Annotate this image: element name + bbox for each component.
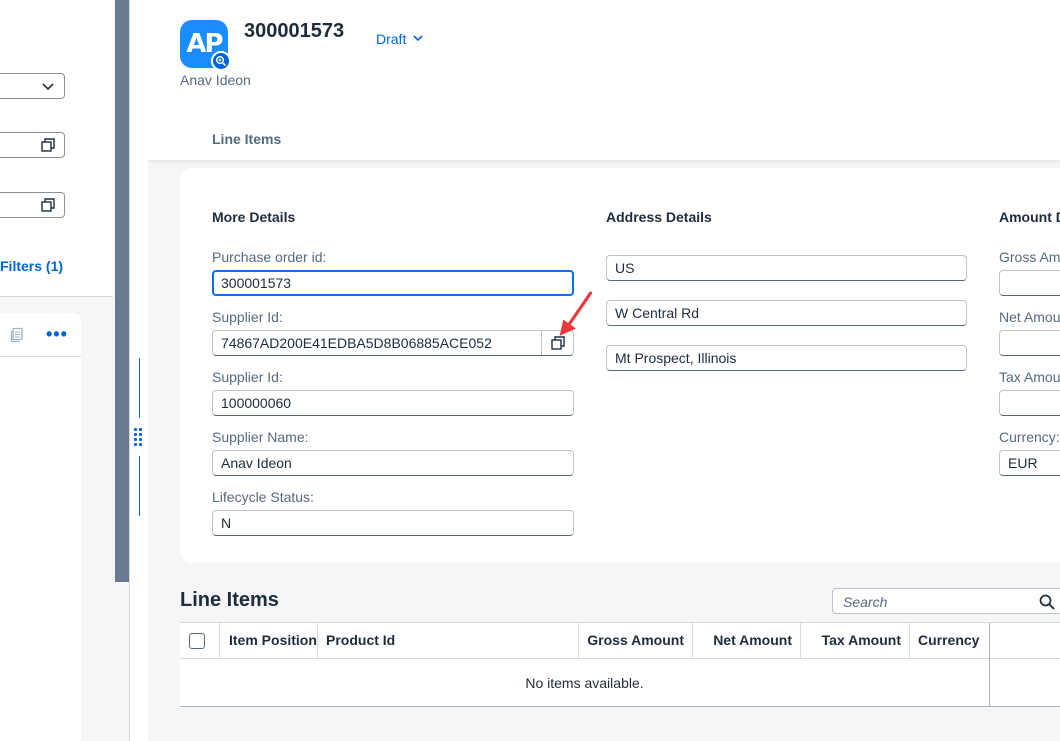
line-items-table: Item Position Product Id Gross Amount Ne… xyxy=(180,622,1060,707)
annotation-arrow-icon xyxy=(559,291,593,336)
page-title: 300001573 xyxy=(244,20,345,42)
tax-amount-label: Tax Amou xyxy=(999,369,1060,385)
list-pane: Filters (1) ••• xyxy=(0,0,115,741)
details-form-card: More Details Purchase order id: 30000157… xyxy=(180,168,1060,563)
table-header: Item Position Product Id Gross Amount Ne… xyxy=(180,623,1060,659)
address-details-title: Address Details xyxy=(606,209,712,225)
purchase-order-id-label: Purchase order id: xyxy=(212,249,327,265)
pane-divider xyxy=(115,0,129,582)
column-tax-amount[interactable]: Tax Amount xyxy=(801,623,910,659)
list-toolbar: ••• xyxy=(0,313,81,357)
supplier-id-label-2: Supplier Id: xyxy=(212,369,283,385)
currency-label: Currency: xyxy=(999,429,1060,445)
column-gross-amount[interactable]: Gross Amount xyxy=(579,623,693,659)
no-items-text: No items available. xyxy=(525,675,644,691)
filter-select[interactable] xyxy=(0,73,65,99)
currency-field[interactable]: EUR xyxy=(999,450,1060,476)
column-item-position[interactable]: Item Position xyxy=(220,623,318,659)
select-all-checkbox[interactable] xyxy=(189,633,205,649)
chevron-down-icon xyxy=(412,31,424,47)
splitter-line xyxy=(139,456,140,516)
purchase-order-id-field[interactable]: 300001573 xyxy=(212,270,574,296)
page-subtitle: Anav Ideon xyxy=(180,72,251,88)
supplier-id-field-2[interactable]: 100000060 xyxy=(212,390,574,416)
filter-value-help-field[interactable] xyxy=(0,192,65,218)
address-city-field[interactable]: Mt Prospect, Illinois xyxy=(606,345,967,371)
supplier-name-field[interactable]: Anav Ideon xyxy=(212,450,574,476)
tab-line-items[interactable]: Line Items xyxy=(212,131,281,147)
filter-value-help-field[interactable] xyxy=(0,132,65,158)
gross-amount-label: Gross Amo xyxy=(999,249,1060,265)
chevron-down-icon xyxy=(40,78,56,94)
search-placeholder: Search xyxy=(843,594,888,610)
search-icon[interactable] xyxy=(1038,593,1056,611)
column-currency[interactable]: Currency xyxy=(910,623,990,659)
tax-amount-field[interactable] xyxy=(999,390,1060,416)
gross-amount-field[interactable] xyxy=(999,270,1060,296)
supplier-id-label: Supplier Id: xyxy=(212,309,283,325)
lifecycle-status-label: Lifecycle Status: xyxy=(212,489,314,505)
zoom-badge-icon[interactable] xyxy=(211,51,231,71)
net-amount-label: Net Amou xyxy=(999,309,1060,325)
address-street-field[interactable]: W Central Rd xyxy=(606,300,967,326)
object-header: AP 300001573 Draft Anav Ideon Line Items xyxy=(148,0,1060,160)
supplier-id-field[interactable]: 74867AD200E41EDBA5D8B06885ACE052 xyxy=(212,330,574,356)
amount-details-title: Amount D xyxy=(999,209,1060,225)
supplier-id-value: 74867AD200E41EDBA5D8B06885ACE052 xyxy=(221,335,492,351)
table-divider xyxy=(989,623,990,707)
draft-status-dropdown[interactable]: Draft xyxy=(376,31,424,47)
value-help-icon[interactable] xyxy=(40,137,56,153)
address-country-field[interactable]: US xyxy=(606,255,967,281)
column-product-id[interactable]: Product Id xyxy=(318,623,579,659)
value-help-icon[interactable] xyxy=(40,197,56,213)
splitter-line xyxy=(139,358,140,418)
net-amount-field[interactable] xyxy=(999,330,1060,356)
filter-bar: Filters (1) xyxy=(0,0,113,297)
filters-link[interactable]: Filters (1) xyxy=(0,258,63,274)
column-splitter[interactable] xyxy=(129,0,148,741)
select-all-cell xyxy=(180,623,220,659)
line-items-title: Line Items xyxy=(180,589,279,611)
copy-icon[interactable] xyxy=(9,327,25,343)
more-options-icon[interactable]: ••• xyxy=(46,324,68,345)
list-card: ••• xyxy=(0,313,81,741)
lifecycle-status-field[interactable]: N xyxy=(212,510,574,536)
supplier-name-label: Supplier Name: xyxy=(212,429,309,445)
pane-divider-bottom xyxy=(115,582,129,741)
object-page: AP 300001573 Draft Anav Ideon Line Items… xyxy=(148,0,1060,741)
column-net-amount[interactable]: Net Amount xyxy=(693,623,801,659)
draft-status-label: Draft xyxy=(376,31,407,47)
splitter-grip-icon[interactable] xyxy=(134,428,144,446)
more-details-title: More Details xyxy=(212,209,296,225)
search-input[interactable]: Search xyxy=(832,588,1060,614)
